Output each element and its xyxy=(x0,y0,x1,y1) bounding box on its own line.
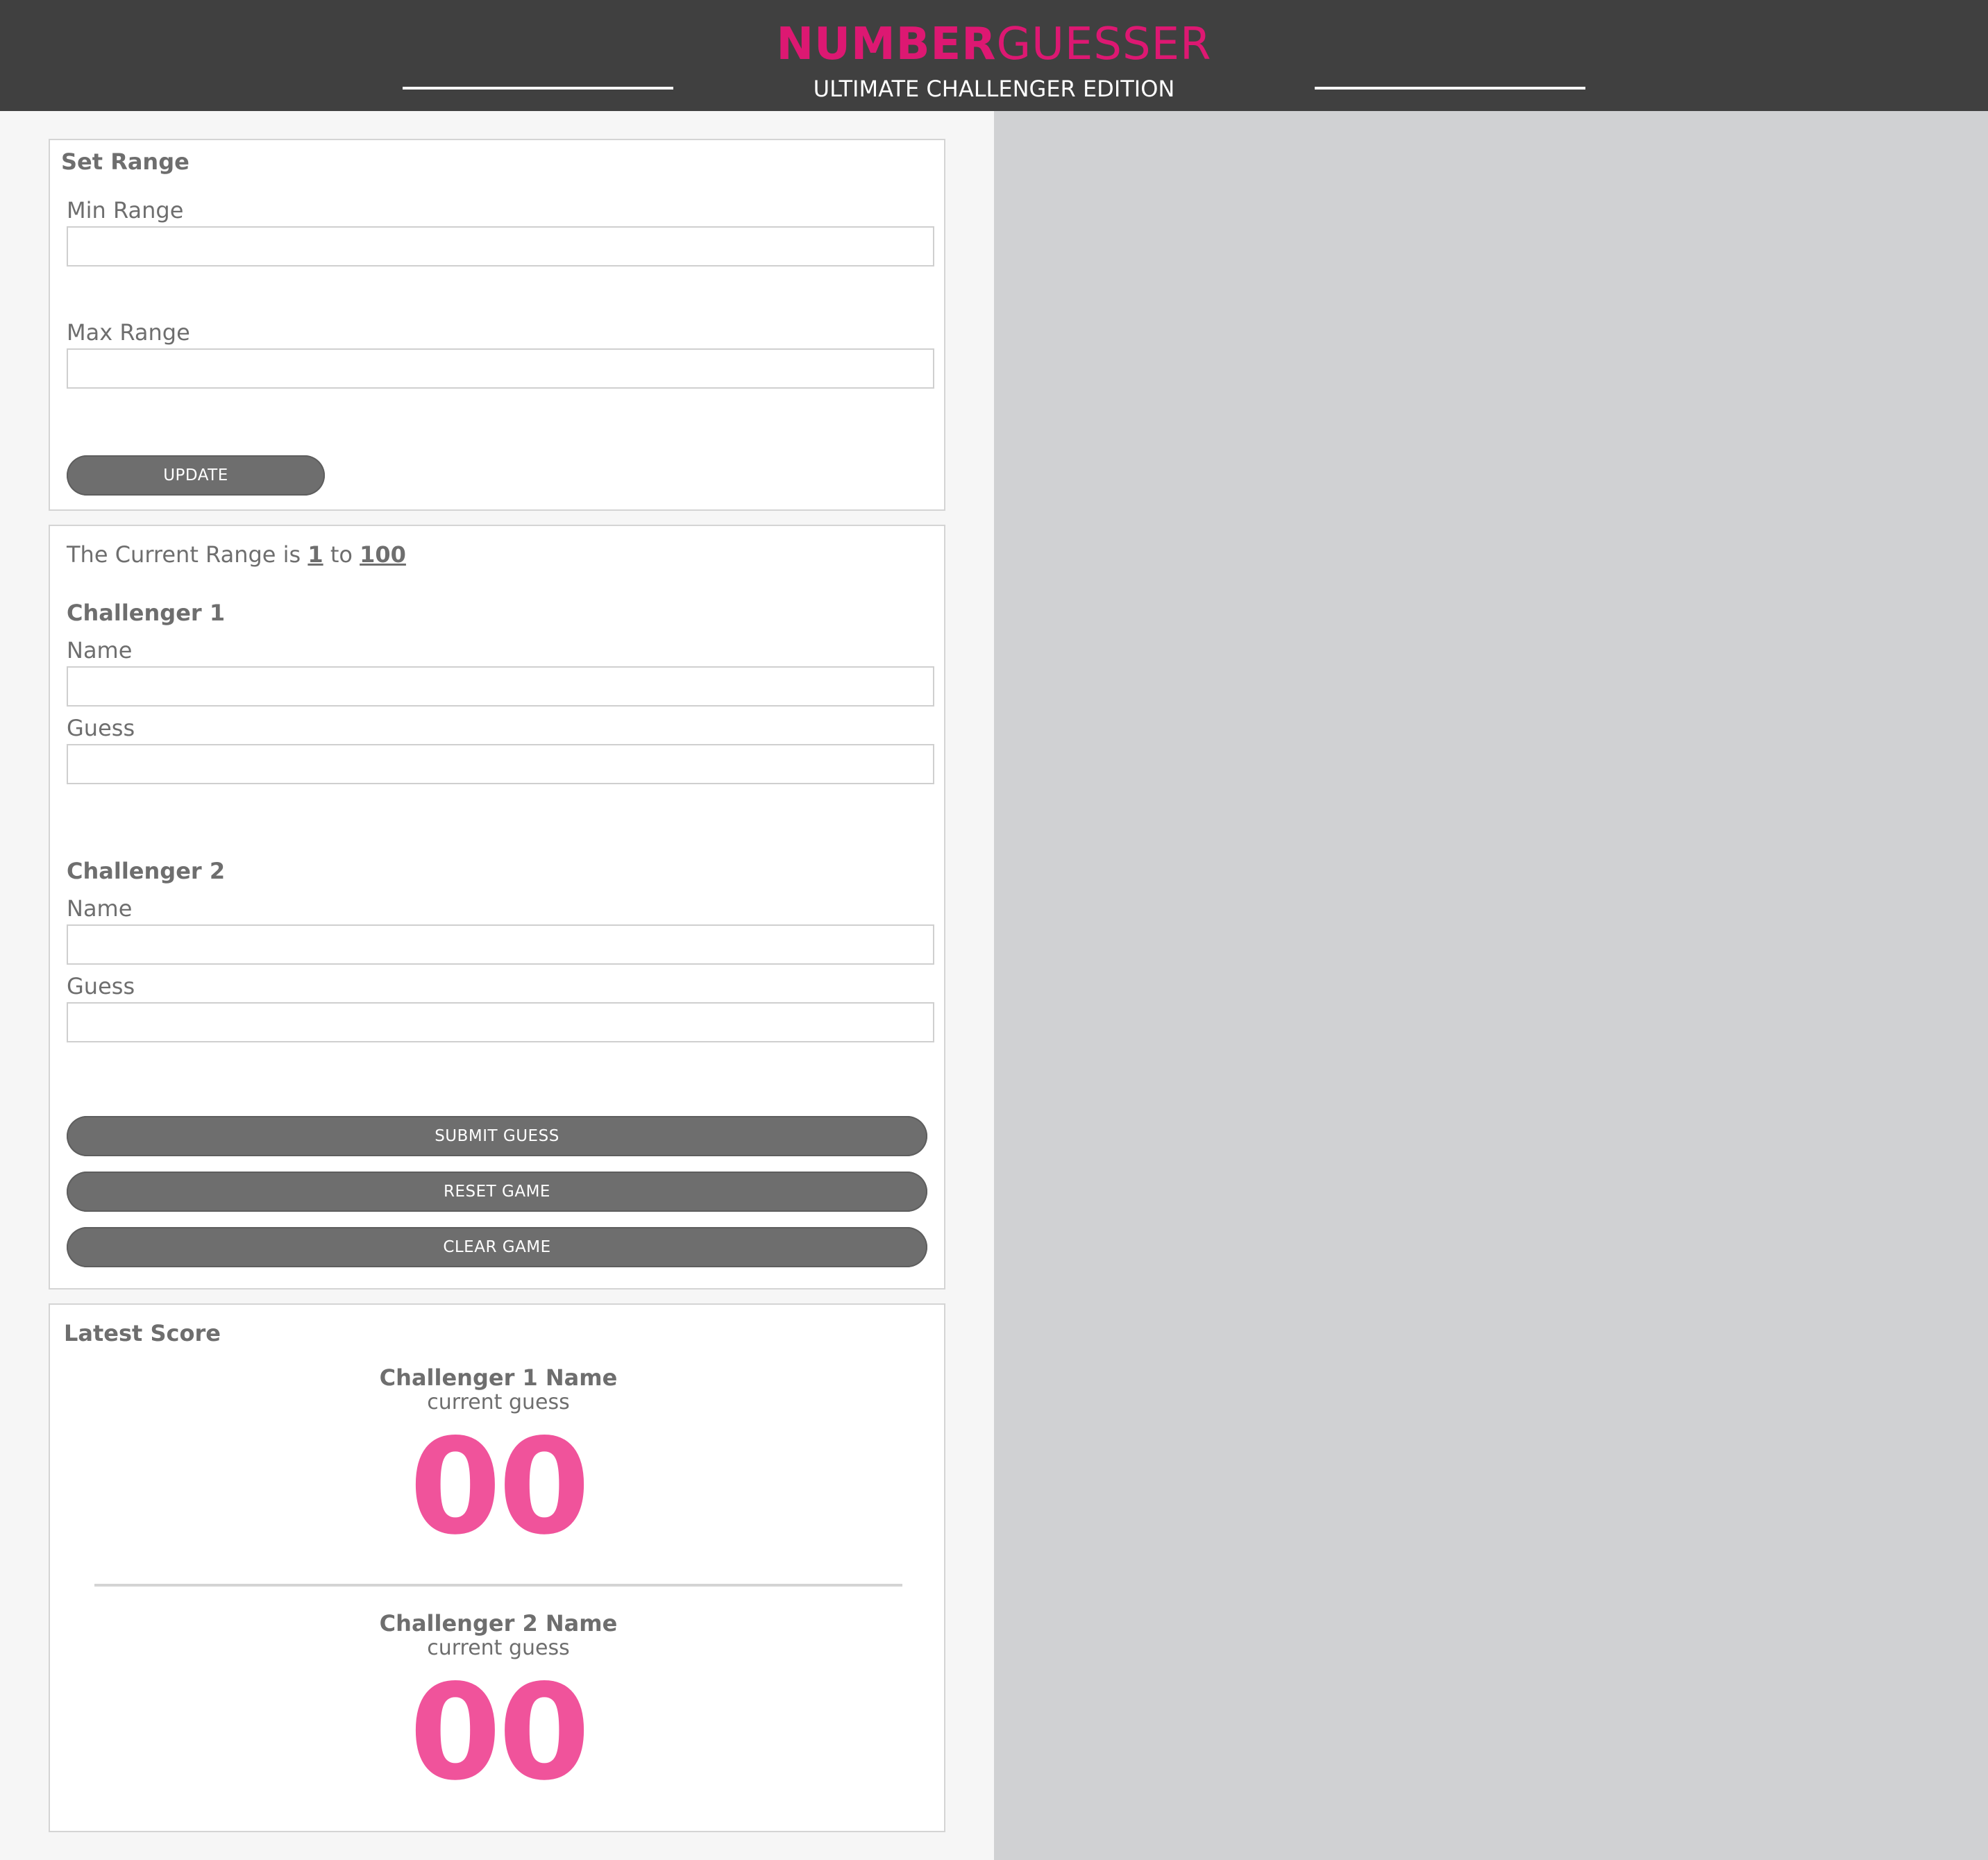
min-range-input[interactable] xyxy=(67,226,934,267)
app-subtitle: ULTIMATE CHALLENGER EDITION xyxy=(813,76,1175,102)
guess-card: The Current Range is 1 to 100 Challenger… xyxy=(49,525,945,1290)
latest-score-card: Latest Score Challenger 1 Name current g… xyxy=(49,1303,945,1832)
challenger2-name-label: Name xyxy=(67,895,133,922)
challenger2-title: Challenger 2 xyxy=(67,858,226,884)
results-pane xyxy=(994,111,1988,1860)
update-button[interactable]: UPDATE xyxy=(67,455,325,496)
app-logo: NUMBERGUESSER xyxy=(0,19,1988,69)
latest-score-title: Latest Score xyxy=(64,1320,221,1346)
challenger2-score-guess: 00 xyxy=(409,1656,590,1809)
challenger1-score-guess: 00 xyxy=(409,1410,590,1564)
set-range-card: Set Range Min Range Max Range UPDATE xyxy=(49,139,945,511)
app-header: NUMBERGUESSER ULTIMATE CHALLENGER EDITIO… xyxy=(0,0,1988,111)
brand-light: GUESSER xyxy=(996,19,1212,70)
min-range-label: Min Range xyxy=(67,197,184,223)
max-range-label: Max Range xyxy=(67,319,190,346)
challenger2-score-name: Challenger 2 Name xyxy=(379,1610,618,1637)
current-range-max: 100 xyxy=(360,541,406,568)
submit-guess-button[interactable]: SUBMIT GUESS xyxy=(67,1116,927,1156)
challenger1-guess-label: Guess xyxy=(67,715,135,741)
reset-game-button[interactable]: RESET GAME xyxy=(67,1172,927,1212)
brand-bold: NUMBER xyxy=(776,19,997,70)
challenger1-guess-input[interactable] xyxy=(67,744,934,784)
challenger1-score-name: Challenger 1 Name xyxy=(379,1364,618,1391)
clear-game-button[interactable]: CLEAR GAME xyxy=(67,1227,927,1267)
current-range-prefix: The Current Range is xyxy=(67,541,301,568)
score-divider xyxy=(94,1584,902,1587)
current-range-joiner: to xyxy=(330,541,353,568)
challenger1-name-input[interactable] xyxy=(67,666,934,707)
set-range-title: Set Range xyxy=(61,149,189,175)
challenger2-score: Challenger 2 Name current guess 00 xyxy=(50,1610,947,1799)
challenger2-guess-label: Guess xyxy=(67,973,135,999)
header-rule-right xyxy=(1315,87,1585,90)
current-range-text: The Current Range is 1 to 100 xyxy=(67,541,406,568)
challenger1-name-label: Name xyxy=(67,637,133,663)
challenger2-name-input[interactable] xyxy=(67,924,934,965)
max-range-input[interactable] xyxy=(67,348,934,389)
challenger2-guess-input[interactable] xyxy=(67,1002,934,1042)
challenger1-score: Challenger 1 Name current guess 00 xyxy=(50,1364,947,1553)
current-range-min: 1 xyxy=(308,541,323,568)
challenger1-title: Challenger 1 xyxy=(67,600,226,626)
